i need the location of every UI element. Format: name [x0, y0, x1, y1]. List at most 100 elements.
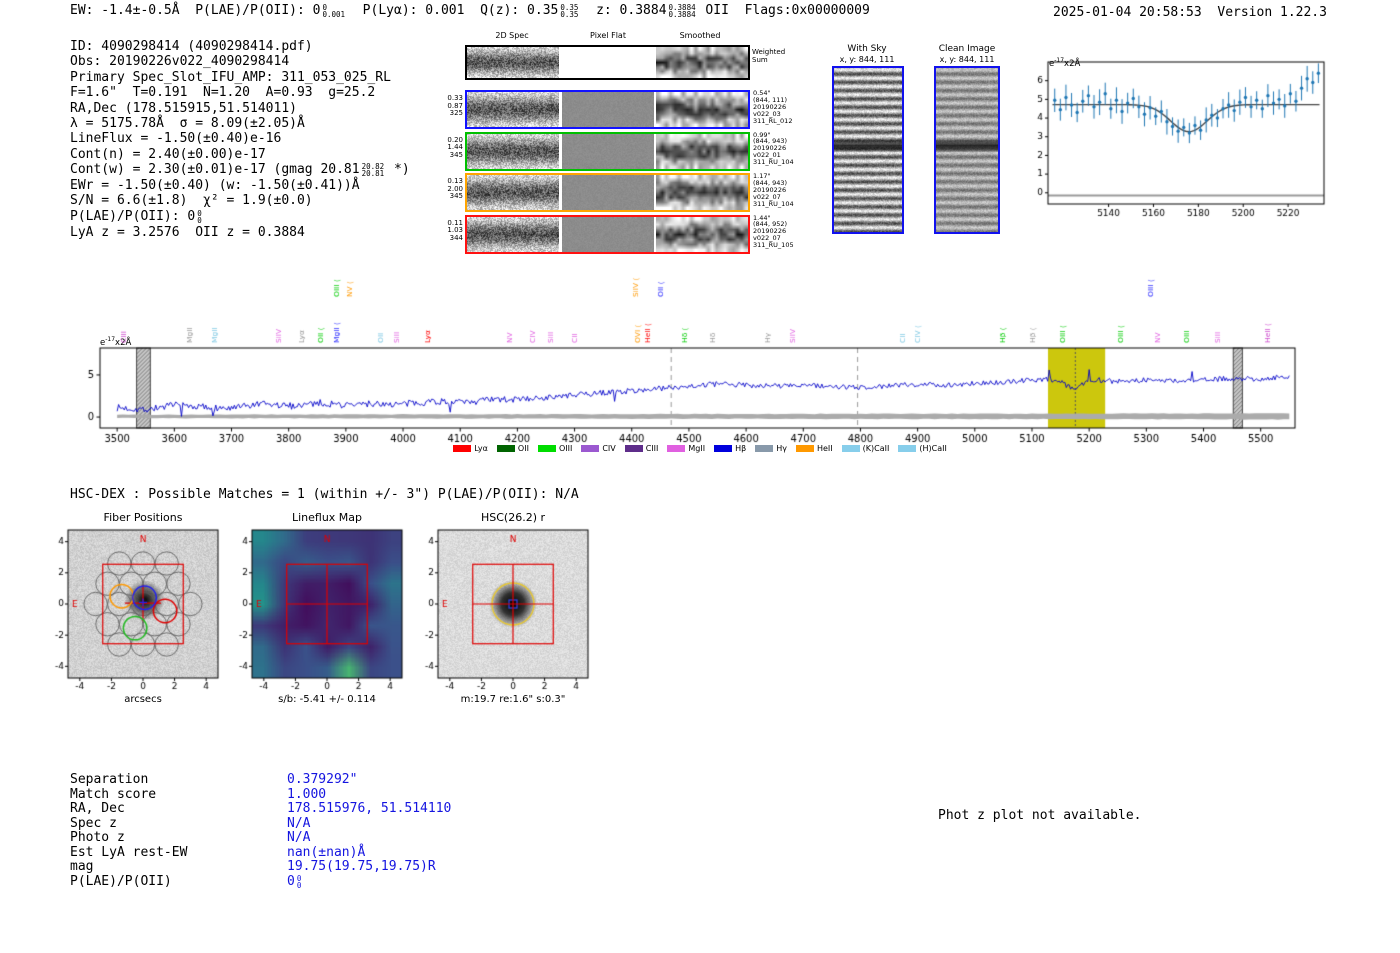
spec2d-row-annotations: 1.17" (844, 943) 20190226 v022_07 311_RU_104: [753, 173, 815, 208]
lineflux-map-caption: s/b: -5.41 +/- 0.114: [278, 694, 376, 705]
fiber-positions-cutout: [33, 526, 223, 696]
match-row: Est LyA rest-EW nan(±nan)Å: [70, 845, 451, 860]
match-value-text: 0: [287, 873, 295, 889]
spec2d-row-measurements: 0.20 1.44 345: [437, 136, 463, 160]
spec2d-cell-noise: [467, 175, 559, 210]
hsc-cutout-caption: m:19.7 re:1.6" s:0.3": [460, 694, 566, 705]
legend-item: (H)CaII: [898, 444, 947, 453]
clean-image-frame: [934, 66, 1000, 234]
spec2d-row: [465, 173, 750, 212]
legend-item: MgII: [667, 444, 705, 453]
legend-item: OII: [496, 444, 529, 453]
sup-sub-stack: 00: [297, 875, 302, 890]
legend-label: OIII: [558, 444, 573, 453]
legend-label: Hγ: [776, 444, 787, 453]
full-spectrum-plot: [60, 263, 1340, 453]
with-sky-title: With Sky: [847, 44, 887, 54]
legend-label: (H)CaII: [919, 444, 947, 453]
spec2d-row-measurements: 0.11 1.03 344: [437, 219, 463, 243]
line-fit-plot-units-label: e-17x2Å: [1049, 57, 1080, 69]
match-label: RA, Dec: [70, 801, 125, 817]
sub-value: 20.81: [361, 169, 385, 179]
lineflux-map-title: Lineflux Map: [291, 511, 363, 524]
fiber-positions-title: Fiber Positions: [103, 511, 183, 524]
match-value-text: N/A: [287, 815, 311, 831]
match-value-text: 0.379292": [287, 772, 358, 787]
legend-item: CIV: [581, 444, 616, 453]
hsc-dex-match-summary: HSC-DEX : Possible Matches = 1 (within +…: [70, 487, 579, 502]
match-label: mag: [70, 859, 94, 875]
weighted-sum-line: Sum: [752, 55, 768, 64]
match-value-text: 1.000: [287, 786, 327, 802]
legend-swatch: [537, 445, 556, 452]
match-label: Spec z: [70, 815, 117, 831]
legend-item: OIII: [537, 444, 573, 453]
sup-sub-stack: 0.3884 0.3884: [668, 4, 696, 19]
spec2d-weighted-sum-strip: [465, 45, 750, 80]
fiber-positions-xlabel: arcsecs: [124, 694, 162, 705]
spec2d-cell-smooth: [656, 92, 748, 127]
match-label: P(LAE)/P(OII): [70, 873, 172, 889]
header-segment: EW: -1.4±-0.5Å P(LAE)/P(OII): 0: [70, 3, 321, 18]
match-value: N/A: [287, 816, 310, 831]
sup-sub-stack: 20.82 20.81: [361, 163, 385, 179]
match-value-text: 178.515976, 51.514110: [287, 801, 452, 817]
spec2d-row-measurements: 0.13 2.00 345: [437, 177, 463, 201]
legend-swatch: [581, 445, 600, 452]
legend-label: MgII: [688, 444, 706, 453]
phot-z-note: Phot z plot not available.: [938, 808, 1142, 823]
report-meta: 2025-01-04 20:58:53 Version 1.22.3: [1053, 5, 1327, 20]
spec2d-cell-noise: [467, 133, 559, 169]
match-value-text: nan(±nan)Å: [287, 844, 366, 860]
match-value: 000: [287, 874, 303, 890]
legend-label: (K)CaII: [862, 444, 890, 453]
legend-label: OII: [517, 444, 529, 453]
match-row: P(LAE)/P(OII) 0 0 0: [70, 874, 451, 889]
info-line: λ = 5175.78Å σ = 8.09(±2.05)Å: [70, 116, 305, 132]
info-line: F=1.6" T=0.191 N=1.20 A=0.93 g=25.2: [70, 85, 376, 101]
match-label: Photo z: [70, 830, 125, 846]
header-segment: P(Lyα): 0.001 Q(z): 0.35: [347, 3, 559, 18]
legend-label: CIII: [645, 444, 659, 453]
text-segment: Cont(w) = 2.30(±0.01)e-17 (gmag 20.81: [70, 162, 360, 178]
spec2d-top-cell-smooth: [656, 47, 748, 78]
spec2d-cell-smooth: [656, 216, 748, 252]
with-sky-image: [834, 68, 902, 232]
sub-value: 0.3884: [668, 10, 696, 19]
report-timestamp: 2025-01-04 20:58:53: [1053, 5, 1202, 20]
match-row: mag 19.75(19.75,19.75)R: [70, 859, 451, 874]
match-row: Separation 0.379292": [70, 772, 451, 787]
spec2d-cell-smooth: [656, 175, 748, 210]
match-value-text: N/A: [287, 830, 311, 846]
spec2d-column-title: Pixel Flat: [590, 31, 626, 40]
legend-swatch: [841, 445, 860, 452]
match-value: 1.000: [287, 787, 326, 802]
spec2d-column-title: 2D Spec: [495, 31, 529, 40]
measurement-value: 344: [449, 233, 463, 242]
legend-item: Lyα: [453, 444, 488, 453]
line-fit-plot: [1024, 54, 1334, 234]
match-label: Est LyA rest-EW: [70, 844, 188, 860]
spec2d-row: [465, 214, 750, 254]
match-value: 0.379292": [287, 772, 357, 787]
spec2d-column-title: Smoothed: [679, 31, 721, 40]
legend-swatch: [755, 445, 774, 452]
legend-item: HeII: [795, 444, 833, 453]
spec2d-top-cell-noise: [467, 47, 559, 78]
spec2d-cell-flat: [561, 133, 654, 169]
measurement-value: 325: [449, 109, 463, 118]
header-segment: z: 0.3884: [580, 3, 667, 18]
info-line: LineFlux = -1.50(±0.40)e-16: [70, 131, 282, 147]
annotation-line: 311_RU_104: [753, 199, 794, 208]
annotation-line: 311_RL_012: [753, 116, 793, 125]
annotation-line: 311_RU_104: [753, 158, 794, 167]
legend-swatch: [453, 445, 472, 452]
clean-image-title: Clean Image: [938, 44, 996, 54]
sub-value: 0.001: [322, 10, 346, 19]
spec2d-row-measurements: 0.33 0.87 325: [437, 94, 463, 118]
info-line: Primary Spec_Slot_IFU_AMP: 311_053_025_R…: [70, 69, 391, 85]
clean-image-coords: x, y: 844, 111: [939, 55, 995, 64]
match-value: 19.75(19.75,19.75)R: [287, 859, 436, 874]
legend-swatch: [898, 445, 917, 452]
